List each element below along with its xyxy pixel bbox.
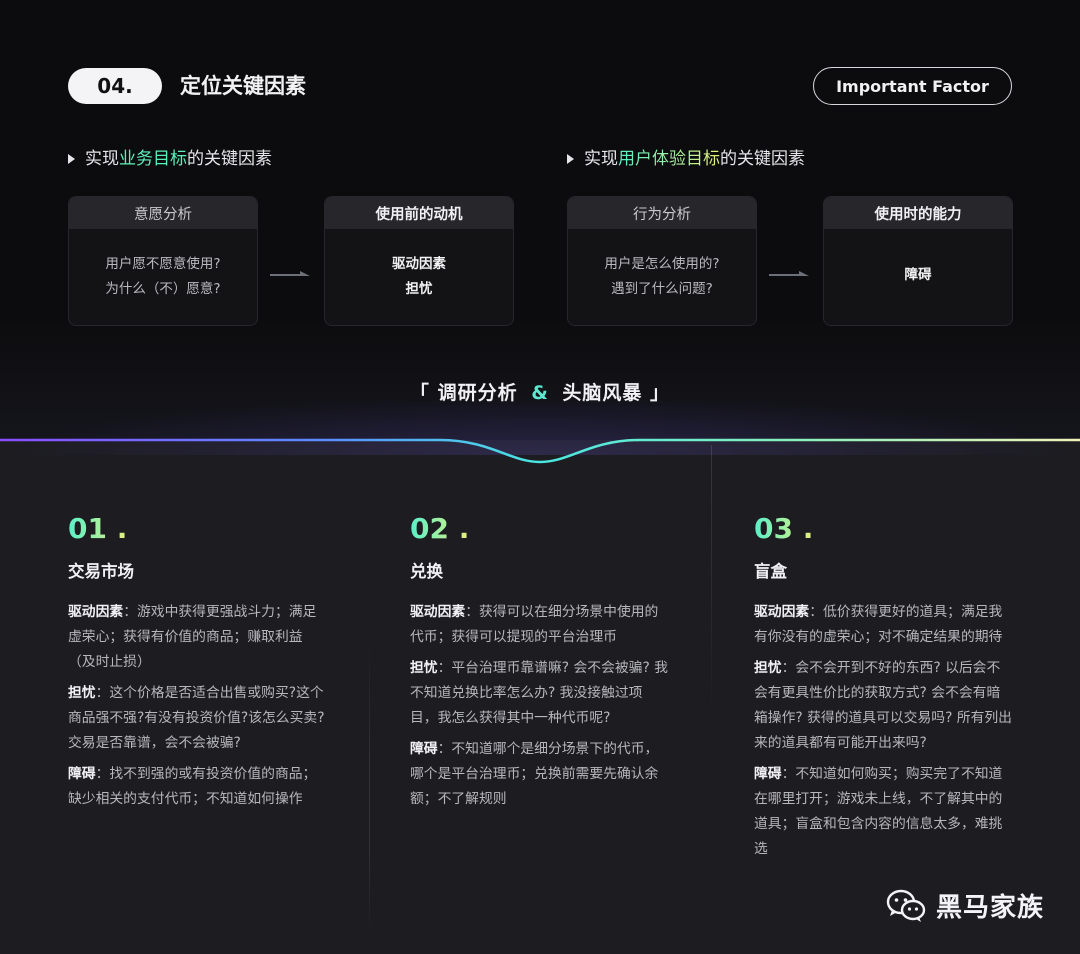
- business-goal-highlight: 业务目标: [119, 149, 187, 169]
- pre-use-motivation-box: 使用前的动机 驱动因素 担忧: [324, 196, 514, 326]
- column-blind-box: 03 . 盲盒 驱动因素：低价获得更好的道具；满足我有你没有的虚荣心；对不确定结…: [754, 512, 1012, 868]
- column-exchange: 02 . 兑换 驱动因素：获得可以在细分场景中使用的代币；获得可以提现的平台治理…: [410, 512, 668, 818]
- user-goal-highlight: 用户体验目标: [618, 149, 720, 169]
- wave-divider: [0, 438, 1080, 464]
- box-line: 驱动因素: [392, 256, 446, 272]
- box-line: 遇到了什么问题?: [611, 281, 713, 297]
- column-title: 兑换: [410, 562, 443, 581]
- column-divider: [369, 640, 370, 940]
- wechat-watermark: 黑马家族: [886, 887, 1044, 924]
- triangle-bullet-icon: [567, 154, 574, 164]
- obstacle-paragraph: 障碍：找不到强的或有投资价值的商品；缺少相关的支付代币；不知道如何操作: [68, 766, 317, 807]
- driver-paragraph: 驱动因素：低价获得更好的道具；满足我有你没有的虚荣心；对不确定结果的期待: [754, 604, 1003, 645]
- business-goal-heading: 实现 业务目标 的关键因素: [68, 147, 272, 171]
- box-line: 用户愿不愿意使用?: [105, 256, 221, 272]
- box-line: 用户是怎么使用的?: [604, 256, 720, 272]
- concern-paragraph: 担忧：这个价格是否适合出售或购买?这个商品强不强?有没有投资价值?该怎么买卖?交…: [68, 685, 325, 751]
- box-line: 担忧: [405, 281, 433, 297]
- column-divider: [711, 445, 712, 715]
- behavior-analysis-box: 行为分析 用户是怎么使用的? 遇到了什么问题?: [567, 196, 757, 326]
- willingness-analysis-box: 意愿分析 用户愿不愿意使用? 为什么（不）愿意?: [68, 196, 258, 326]
- column-number: 01 .: [68, 512, 128, 545]
- box-title: 使用前的动机: [325, 197, 513, 229]
- box-title: 行为分析: [568, 197, 756, 229]
- concern-paragraph: 担忧：会不会开到不好的东西? 以后会不会有更具性价比的获取方式? 会不会有暗箱操…: [754, 660, 1012, 751]
- research-brainstorm-title: 「 调研分析 & 头脑风暴 」: [409, 382, 671, 404]
- important-factor-pill: Important Factor: [813, 67, 1012, 105]
- wechat-icon: [886, 889, 926, 922]
- column-number: 02 .: [410, 512, 470, 545]
- driver-paragraph: 驱动因素：获得可以在细分场景中使用的代币；获得可以提现的平台治理币: [410, 604, 659, 645]
- box-line: 障碍: [904, 267, 932, 283]
- column-trading-market: 01 . 交易市场 驱动因素：游戏中获得更强战斗力；满足虚荣心；获得有价值的商品…: [68, 512, 326, 818]
- page-title: 定位关键因素: [180, 74, 306, 98]
- column-title: 盲盒: [754, 562, 787, 581]
- column-number: 03 .: [754, 512, 814, 545]
- box-title: 意愿分析: [69, 197, 257, 229]
- wechat-account-name: 黑马家族: [936, 893, 1045, 923]
- box-title: 使用时的能力: [824, 197, 1012, 229]
- arrow-right-icon: [270, 271, 310, 276]
- obstacle-paragraph: 障碍：不知道哪个是细分场景下的代币，哪个是平台治理币；兑换前需要先确认余额；不了…: [410, 741, 659, 807]
- obstacle-paragraph: 障碍：不知道如何购买；购买完了不知道在哪里打开；游戏未上线，不了解其中的道具；盲…: [754, 766, 1003, 857]
- section-number-badge: 04.: [68, 68, 162, 104]
- in-use-ability-box: 使用时的能力 障碍: [823, 196, 1013, 326]
- column-title: 交易市场: [68, 562, 134, 581]
- triangle-bullet-icon: [68, 154, 75, 164]
- concern-paragraph: 担忧：平台治理币靠谱嘛? 会不会被骗? 我不知道兑换比率怎么办? 我没接触过项目…: [410, 660, 668, 726]
- user-goal-heading: 实现 用户体验目标 的关键因素: [567, 147, 805, 171]
- driver-paragraph: 驱动因素：游戏中获得更强战斗力；满足虚荣心；获得有价值的商品；赚取利益（及时止损…: [68, 604, 317, 670]
- arrow-right-icon: [769, 271, 809, 276]
- box-line: 为什么（不）愿意?: [105, 281, 221, 297]
